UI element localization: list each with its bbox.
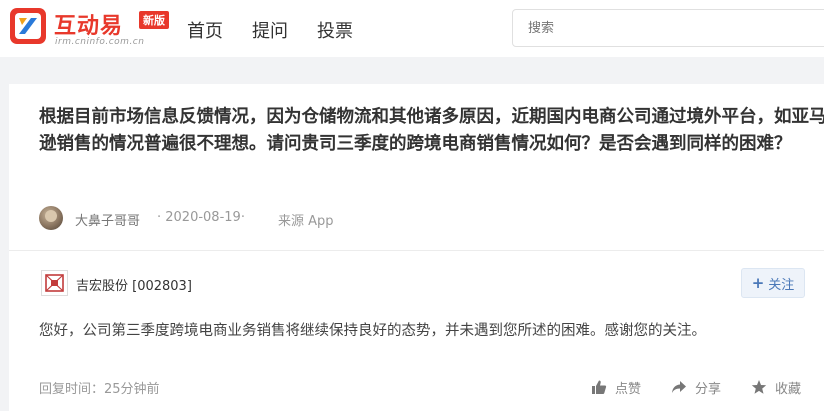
company-name[interactable]: 吉宏股份 [002803] xyxy=(76,275,192,294)
cninfo-logo-icon xyxy=(10,8,46,44)
qa-card: 根据目前市场信息反馈情况，因为仓储物流和其他诸多原因，近期国内电商公司通过境外平… xyxy=(9,84,824,411)
follow-button[interactable]: + 关注 xyxy=(741,268,805,298)
answer-text: 您好，公司第三季度跨境电商业务销售将继续保持良好的态势，并未遇到您所述的困难。感… xyxy=(39,323,706,339)
nav-home[interactable]: 首页 xyxy=(187,17,223,43)
star-icon xyxy=(751,380,767,394)
thumbs-up-icon xyxy=(592,380,607,394)
top-header: 互动易 新版 irm.cninfo.com.cn 首页 提问 投票 xyxy=(0,0,824,57)
plus-icon: + xyxy=(751,273,765,292)
nav-vote[interactable]: 投票 xyxy=(317,17,353,43)
reply-time: 回复时间：25分钟前 xyxy=(39,382,160,397)
share-label: 分享 xyxy=(695,381,722,397)
like-label: 点赞 xyxy=(615,381,642,397)
logo-title: 互动易 xyxy=(54,14,124,39)
favorite-label: 收藏 xyxy=(775,381,802,397)
new-version-badge: 新版 xyxy=(139,11,169,29)
question-text: 根据目前市场信息反馈情况，因为仓储物流和其他诸多原因，近期国内电商公司通过境外平… xyxy=(39,107,824,154)
asker-name[interactable]: 大鼻子哥哥 xyxy=(75,210,140,229)
share-button[interactable]: 分享 xyxy=(671,376,721,398)
nav-ask-question[interactable]: 提问 xyxy=(252,17,288,43)
company-logo-icon xyxy=(41,270,68,296)
divider xyxy=(9,250,824,251)
search-input[interactable] xyxy=(512,9,824,47)
site-logo[interactable]: 互动易 新版 irm.cninfo.com.cn xyxy=(9,7,169,47)
question-date: · 2020-08-19· xyxy=(157,210,245,225)
share-arrow-icon xyxy=(672,381,686,393)
favorite-button[interactable]: 收藏 xyxy=(751,376,801,398)
follow-label: 关注 xyxy=(768,277,795,293)
question-source: 来源 App xyxy=(278,214,334,229)
asker-avatar[interactable] xyxy=(39,206,63,230)
logo-subtitle: irm.cninfo.com.cn xyxy=(55,37,145,47)
like-button[interactable]: 点赞 xyxy=(591,376,641,398)
